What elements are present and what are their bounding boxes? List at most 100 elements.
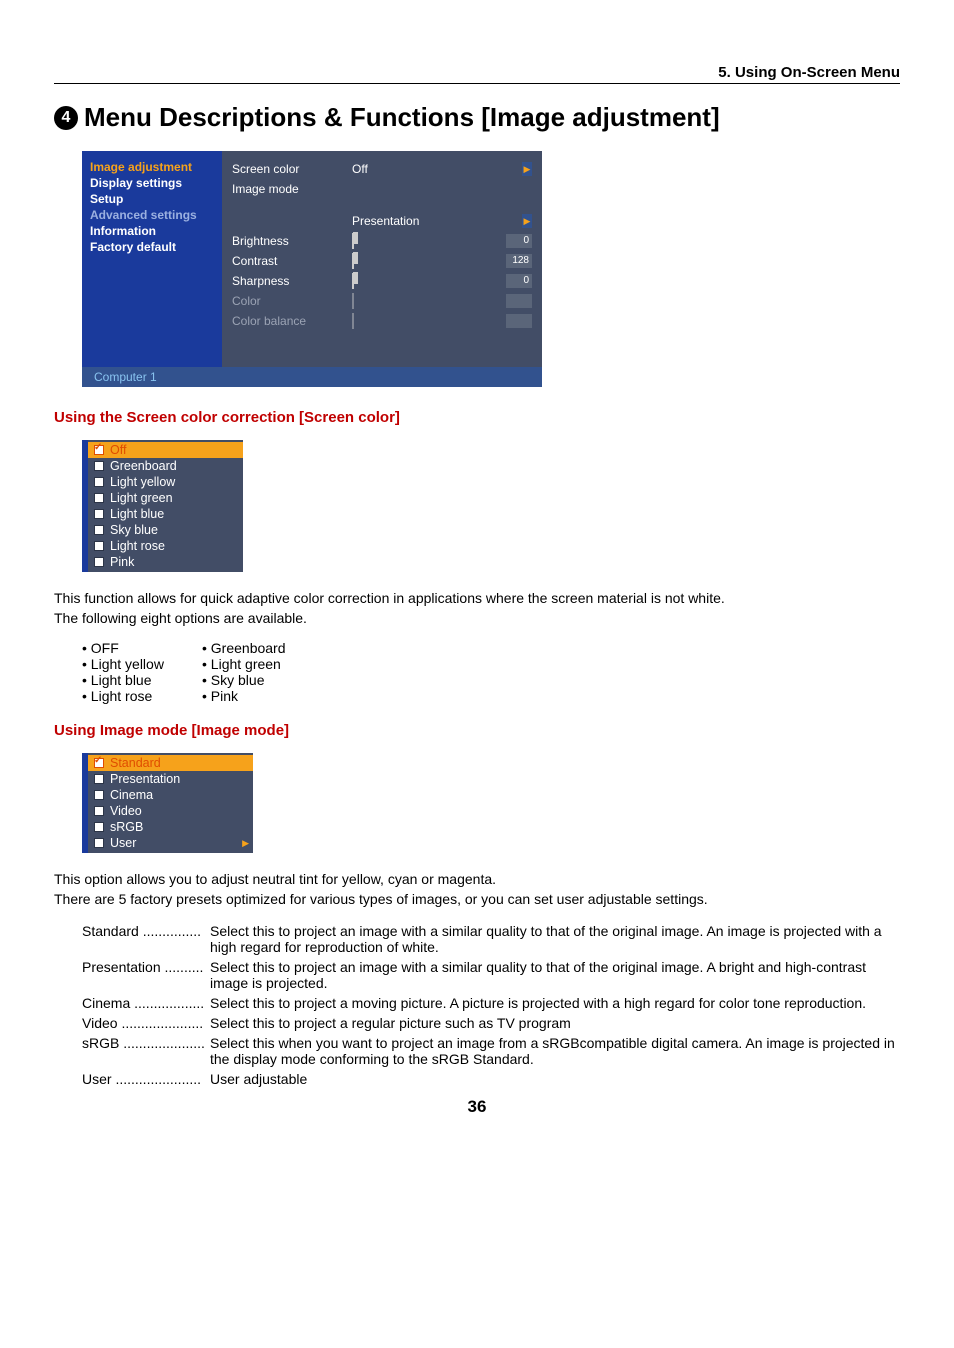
osd-num-sharpness: 0	[506, 274, 532, 288]
osd-num-color-balance	[506, 314, 532, 328]
option-item: Standard	[88, 755, 253, 771]
osd-label-sharpness: Sharpness	[232, 274, 352, 288]
osd-label-brightness: Brightness	[232, 234, 352, 248]
checkbox-icon	[94, 477, 104, 487]
checkbox-icon	[94, 758, 104, 768]
option-label: Video	[110, 804, 142, 818]
def-desc: Select this when you want to project an …	[210, 1035, 900, 1067]
option-item: Pink	[88, 554, 243, 570]
option-list-screen-color: OffGreenboardLight yellow Light green Ligh…	[82, 440, 243, 572]
option-label: Light blue	[110, 507, 164, 521]
def-desc: Select this to project a moving picture.…	[210, 995, 900, 1011]
option-item: Light yellow	[88, 474, 243, 490]
slider-sharpness	[352, 273, 354, 289]
osd-footer: Computer 1	[82, 367, 542, 387]
section-number-badge: 4	[54, 106, 78, 130]
option-label: sRGB	[110, 820, 143, 834]
checkbox-icon	[94, 806, 104, 816]
checkbox-icon	[94, 822, 104, 832]
bullets-screen-color: • OFF• Greenboard• Light yellow• Light g…	[82, 640, 900, 704]
def-term: sRGB .....................	[82, 1035, 210, 1067]
bullet-item: • Light rose	[82, 688, 202, 704]
osd-num-color	[506, 294, 532, 308]
osd-screenshot: Image adjustmentDisplay settingsSetupAdv…	[82, 151, 542, 387]
slider-brightness	[352, 233, 354, 249]
option-item: Presentation	[88, 771, 253, 787]
def-term: Cinema ..................	[82, 995, 210, 1011]
osd-label-color-balance: Color balance	[232, 314, 352, 328]
osd-menu-item: Setup	[90, 191, 214, 207]
checkbox-icon	[94, 509, 104, 519]
checkbox-icon	[94, 445, 104, 455]
para-im-1: This option allows you to adjust neutral…	[54, 871, 900, 887]
def-term: Video .....................	[82, 1015, 210, 1031]
heading-screen-color: Using the Screen color correction [Scree…	[54, 409, 900, 426]
osd-menu-item: Advanced settings	[90, 207, 214, 223]
option-label: Sky blue	[110, 523, 158, 537]
osd-value-image-mode: Presentation	[352, 214, 522, 228]
osd-num-brightness: 0	[506, 234, 532, 248]
option-item: Light green	[88, 490, 243, 506]
option-item: Off	[88, 442, 243, 458]
def-term: Presentation ..........	[82, 959, 210, 991]
option-item: Sky blue	[88, 522, 243, 538]
osd-right-panel: Screen color Off ▶ Image mode Presentati…	[222, 151, 542, 367]
option-item: User▶	[88, 835, 253, 851]
title-text: Menu Descriptions & Functions [Image adj…	[84, 102, 720, 133]
osd-label-screen-color: Screen color	[232, 162, 352, 176]
option-item: Light rose	[88, 538, 243, 554]
bullet-item: • Light green	[202, 656, 281, 672]
def-desc: User adjustable	[210, 1071, 900, 1087]
def-term: Standard ...............	[82, 923, 210, 955]
option-label: User	[110, 836, 136, 850]
checkbox-icon	[94, 461, 104, 471]
osd-menu-item: Display settings	[90, 175, 214, 191]
slider-color	[352, 293, 354, 309]
osd-label-contrast: Contrast	[232, 254, 352, 268]
osd-label-image-mode: Image mode	[232, 182, 352, 196]
osd-num-contrast: 128	[506, 254, 532, 268]
def-desc: Select this to project an image with a s…	[210, 923, 900, 955]
arrow-icon: ▶	[522, 214, 532, 228]
option-item: Light blue	[88, 506, 243, 522]
page-number: 36	[54, 1097, 900, 1117]
para-im-2: There are 5 factory presets optimized fo…	[54, 891, 900, 907]
osd-label-color: Color	[232, 294, 352, 308]
breadcrumb: 5. Using On-Screen Menu	[54, 64, 900, 84]
osd-value-screen-color: Off	[352, 162, 522, 176]
slider-contrast	[352, 253, 354, 269]
option-list-image-mode: Standard Presentation Cinema Video sRGBUser▶	[82, 753, 253, 853]
bullet-item: • Greenboard	[202, 640, 286, 656]
slider-color-balance	[352, 313, 354, 329]
bullet-item: • Light yellow	[82, 656, 202, 672]
para-sc-2: The following eight options are availabl…	[54, 610, 900, 626]
bullet-item: • Pink	[202, 688, 238, 704]
def-desc: Select this to project an image with a s…	[210, 959, 900, 991]
checkbox-icon	[94, 774, 104, 784]
option-item: Video	[88, 803, 253, 819]
option-label: Light rose	[110, 539, 165, 553]
option-label: Presentation	[110, 772, 180, 786]
osd-menu-item: Factory default	[90, 239, 214, 255]
option-label: Light yellow	[110, 475, 175, 489]
bullet-item: • Sky blue	[202, 672, 265, 688]
checkbox-icon	[94, 493, 104, 503]
heading-image-mode: Using Image mode [Image mode]	[54, 722, 900, 739]
checkbox-icon	[94, 525, 104, 535]
option-label: Off	[110, 443, 126, 457]
option-item: Greenboard	[88, 458, 243, 474]
def-desc: Select this to project a regular picture…	[210, 1015, 900, 1031]
def-term: User ......................	[82, 1071, 210, 1087]
arrow-icon: ▶	[522, 162, 532, 176]
option-label: Pink	[110, 555, 134, 569]
option-label: Light green	[110, 491, 173, 505]
option-label: Cinema	[110, 788, 153, 802]
option-label: Standard	[110, 756, 161, 770]
page-title: 4 Menu Descriptions & Functions [Image a…	[54, 102, 900, 133]
checkbox-icon	[94, 541, 104, 551]
osd-left-menu: Image adjustmentDisplay settingsSetupAdv…	[82, 151, 222, 367]
option-item: sRGB	[88, 819, 253, 835]
option-item: Cinema	[88, 787, 253, 803]
osd-menu-item: Image adjustment	[90, 159, 214, 175]
bullet-item: • OFF	[82, 640, 202, 656]
